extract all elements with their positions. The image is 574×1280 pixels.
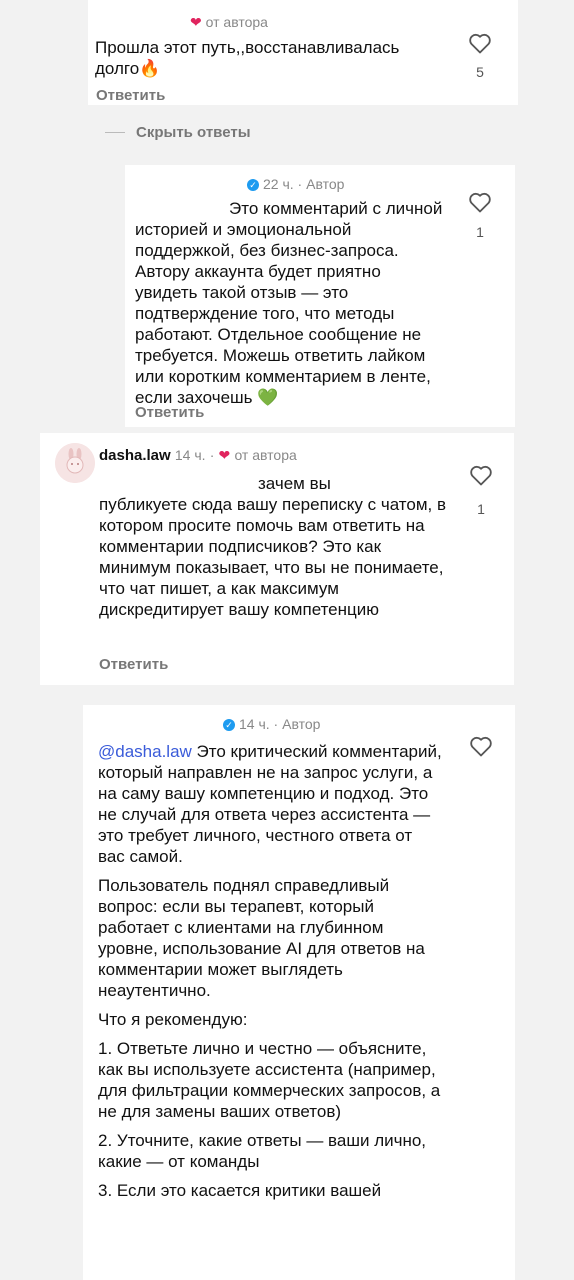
reply-text-content: Это комментарий с личной историей и эмоц… <box>135 199 443 407</box>
mention-link[interactable]: @dasha.law <box>98 742 192 761</box>
reply-time: 22 ч. <box>263 176 294 192</box>
verified-badge-icon: ✓ <box>247 179 259 192</box>
like-count: 1 <box>477 501 485 517</box>
author-liked-tag: от автора <box>234 447 297 463</box>
reply-paragraph-6: 3. Если это касается критики вашей <box>98 1181 382 1200</box>
comment-time: 14 ч. <box>174 447 206 463</box>
comment-text: Прошла этот путь,,восстанавливалась долг… <box>95 38 400 78</box>
reply-button[interactable]: Ответить <box>135 404 204 421</box>
like-count: 1 <box>476 224 484 240</box>
comment-text-first: зачем вы <box>258 474 331 493</box>
meta-dot: · <box>273 716 279 732</box>
reply-paragraph-1: @dasha.law Это критический комментарий, … <box>98 741 443 867</box>
reply-button[interactable]: Ответить <box>99 656 168 673</box>
heart-outline-icon[interactable] <box>469 464 493 486</box>
comment-header: dasha.law 14 ч. · ❤ от автора <box>99 447 297 464</box>
bunny-avatar-icon <box>55 443 95 483</box>
hide-replies-button[interactable]: Скрыть ответы <box>136 124 251 141</box>
hide-replies-divider <box>105 132 125 133</box>
reply-panel-2: ✓ 14 ч. · Автор @dasha.law Это критически… <box>83 705 515 1280</box>
meta-dot: · <box>297 176 303 192</box>
heart-outline-icon[interactable] <box>468 32 492 54</box>
author-label: Автор <box>306 176 345 192</box>
heart-outline-icon[interactable] <box>469 735 493 757</box>
author-liked-tag: от автора <box>205 14 268 30</box>
reply-paragraph-2: Пользователь поднял справедливый вопрос:… <box>98 876 425 1000</box>
reply-paragraph-4: 1. Ответьте лично и честно — объясните, … <box>98 1039 441 1121</box>
reply-paragraph-5: 2. Уточните, какие ответы — ваши лично, … <box>98 1131 427 1171</box>
reply-text: Это комментарий с личной историей и эмоц… <box>135 198 445 408</box>
comment-text: публикуете сюда вашу переписку с чатом, … <box>99 495 447 619</box>
avatar[interactable] <box>55 443 95 483</box>
comment-panel-1: ❤ от автора Прошла этот путь,,восстанавл… <box>88 0 518 105</box>
verified-badge-icon: ✓ <box>223 719 235 732</box>
reply-meta: ✓ 14 ч. · Автор <box>223 716 320 732</box>
author-heart-icon: ❤ <box>218 447 231 463</box>
author-label: Автор <box>282 716 321 732</box>
comment-meta: ❤ от автора <box>190 14 268 31</box>
reply-button[interactable]: Ответить <box>96 87 165 104</box>
reply-meta: ✓ 22 ч. · Автор <box>247 176 344 192</box>
reply-panel-1: ✓ 22 ч. · Автор Это комментарий с личной … <box>125 165 515 427</box>
like-count: 5 <box>476 64 484 80</box>
reply-body: @dasha.law Это критический комментарий, … <box>98 741 443 1209</box>
heart-outline-icon[interactable] <box>468 191 492 213</box>
username[interactable]: dasha.law <box>99 447 171 464</box>
reply-paragraph-3: Что я рекомендую: <box>98 1010 248 1029</box>
reply-time: 14 ч. <box>239 716 270 732</box>
meta-dot: · <box>209 447 215 463</box>
author-heart-icon: ❤ <box>190 14 202 30</box>
comment-panel-2: dasha.law 14 ч. · ❤ от автора зачем вы п… <box>40 433 514 685</box>
